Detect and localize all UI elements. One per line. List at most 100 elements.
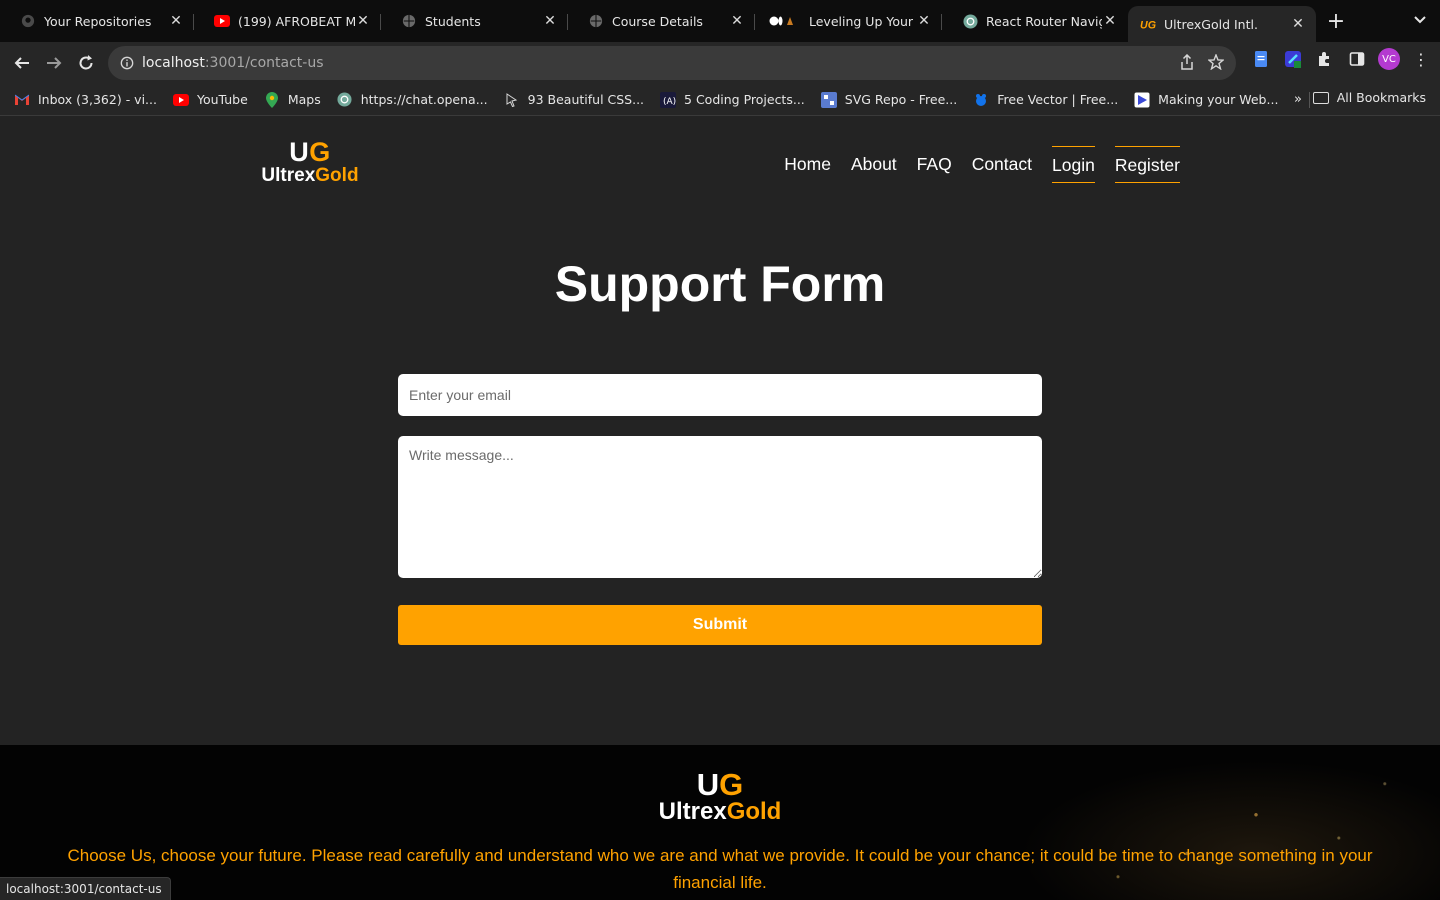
bookmark-item[interactable]: Inbox (3,362) - vi... <box>14 92 157 108</box>
tab-title: Your Repositories <box>44 13 152 29</box>
site-logo[interactable]: UG UltrexGold <box>260 137 360 186</box>
main-nav: Home About FAQ Contact Login Register <box>784 146 1180 183</box>
bookmarks-divider <box>1309 92 1310 108</box>
bookmark-label: https://chat.opena... <box>360 92 488 107</box>
browser-tab-strip: Your Repositories ✕ (199) AFROBEAT MIX ✕… <box>0 0 1440 42</box>
tab-title: UltrexGold Intl. <box>1164 16 1258 32</box>
bookmark-item[interactable]: SVG Repo - Free... <box>820 91 957 108</box>
url-host: localhost <box>142 55 205 71</box>
angular-icon: (A) <box>660 91 677 108</box>
bookmark-star-icon[interactable] <box>1207 53 1225 74</box>
logo-wordmark: UltrexGold <box>261 165 359 186</box>
browser-toolbar: localhost:3001/contact-us VC ⋮ <box>0 42 1440 84</box>
bookmark-item[interactable]: (A) 5 Coding Projects... <box>660 91 805 108</box>
email-field[interactable] <box>398 374 1042 416</box>
close-icon[interactable]: ✕ <box>168 13 184 29</box>
bookmark-item[interactable]: https://chat.opena... <box>337 92 488 108</box>
site-footer: UG UltrexGold Choose Us, choose your fut… <box>0 745 1440 900</box>
nav-faq[interactable]: FAQ <box>917 146 952 183</box>
ug-logo-icon: UG <box>1140 16 1156 32</box>
svg-text:(A): (A) <box>663 97 676 107</box>
youtube-icon <box>172 92 189 108</box>
extension-docs-icon[interactable] <box>1250 48 1272 70</box>
back-arrow-icon <box>14 57 29 69</box>
bookmark-item[interactable]: 93 Beautiful CSS... <box>504 92 644 108</box>
share-icon[interactable] <box>1180 53 1194 74</box>
close-icon[interactable]: ✕ <box>1102 13 1118 29</box>
browser-tab-active[interactable]: UG UltrexGold Intl. ✕ <box>1128 6 1316 42</box>
svgrepo-icon <box>820 91 837 108</box>
nav-about[interactable]: About <box>851 146 897 183</box>
folder-icon <box>1312 91 1329 104</box>
bookmark-label: 5 Coding Projects... <box>684 92 805 107</box>
bookmark-item[interactable]: YouTube <box>172 92 248 108</box>
close-icon[interactable]: ✕ <box>355 13 371 29</box>
close-icon[interactable]: ✕ <box>916 13 932 29</box>
github-icon <box>20 13 36 29</box>
svg-text:UG: UG <box>1140 19 1156 31</box>
address-bar[interactable]: localhost:3001/contact-us <box>108 46 1236 80</box>
bookmark-label: Inbox (3,362) - vi... <box>38 92 157 107</box>
page-title: Support Form <box>554 256 886 312</box>
freepik-icon <box>973 92 989 108</box>
close-icon[interactable]: ✕ <box>1290 16 1306 32</box>
new-tab-button[interactable]: + <box>1316 0 1356 42</box>
page-content: UG UltrexGold Home About FAQ Contact Log… <box>0 117 1440 900</box>
medium-icon <box>767 13 801 29</box>
browser-menu-kebab-icon[interactable]: ⋮ <box>1410 48 1432 70</box>
nav-register-button[interactable]: Register <box>1114 146 1180 183</box>
all-bookmarks-button[interactable]: All Bookmarks <box>1312 90 1426 105</box>
logo-initials: UG <box>289 137 331 167</box>
bookmark-label: Making your Web... <box>1158 92 1279 107</box>
forward-button[interactable] <box>38 47 70 79</box>
browser-tab[interactable]: Students ✕ <box>381 0 568 42</box>
chatgpt-icon <box>337 92 353 108</box>
link-status-bubble: localhost:3001/contact-us <box>0 877 171 900</box>
footer-logo-initials: UG <box>696 767 744 802</box>
footer-tagline: Choose Us, choose your future. Please re… <box>67 846 1373 892</box>
bookmark-item[interactable]: Maps <box>264 91 321 108</box>
extensions-puzzle-icon[interactable] <box>1314 48 1336 70</box>
message-field[interactable] <box>398 436 1042 578</box>
extension-colorpicker-icon[interactable] <box>1282 48 1304 70</box>
bookmarks-overflow-button[interactable]: » <box>1294 92 1302 107</box>
bookmarks-bar: Inbox (3,362) - vi... YouTube Maps https… <box>0 84 1440 116</box>
reload-icon <box>79 55 93 70</box>
chatgpt-icon <box>962 13 978 29</box>
tab-title: (199) AFROBEAT MIX <box>238 13 355 29</box>
reload-button[interactable] <box>70 47 102 79</box>
profile-avatar[interactable]: VC <box>1378 48 1400 70</box>
footer-logo[interactable]: UG UltrexGold <box>620 769 820 824</box>
cursor-icon <box>504 92 520 108</box>
bookmark-item[interactable]: Free Vector | Free... <box>973 92 1118 108</box>
tab-title: Leveling Up Your F <box>809 13 916 29</box>
close-icon[interactable]: ✕ <box>542 13 558 29</box>
tab-search-chevron-icon[interactable] <box>1414 12 1426 28</box>
site-header: UG UltrexGold Home About FAQ Contact Log… <box>0 117 1440 212</box>
browser-tab[interactable]: Leveling Up Your F ✕ <box>755 0 942 42</box>
browser-tab[interactable]: Your Repositories ✕ <box>0 0 194 42</box>
gmail-icon <box>14 92 30 108</box>
nav-login-button[interactable]: Login <box>1052 146 1095 183</box>
footer-logo-wordmark: UltrexGold <box>658 798 782 825</box>
globe-icon <box>401 13 417 29</box>
bookmark-label: Maps <box>287 92 321 107</box>
nav-contact[interactable]: Contact <box>972 146 1032 183</box>
url-path: :3001/contact-us <box>204 55 324 71</box>
close-icon[interactable]: ✕ <box>729 13 745 29</box>
bookmark-item[interactable]: Making your Web... <box>1134 92 1278 108</box>
site-info-icon[interactable] <box>120 56 134 70</box>
globe-icon <box>588 13 604 29</box>
forward-arrow-icon <box>47 57 62 69</box>
side-panel-icon[interactable] <box>1346 48 1368 70</box>
back-button[interactable] <box>6 47 38 79</box>
nav-home[interactable]: Home <box>784 146 831 183</box>
bookmark-label: 93 Beautiful CSS... <box>527 92 645 107</box>
submit-button[interactable]: Submit <box>398 605 1042 645</box>
bookmark-label: Free Vector | Free... <box>997 92 1119 107</box>
play-icon <box>1134 92 1150 108</box>
browser-tab[interactable]: (199) AFROBEAT MIX ✕ <box>194 0 381 42</box>
browser-tab[interactable]: Course Details ✕ <box>568 0 755 42</box>
bookmark-label: YouTube <box>196 92 248 107</box>
browser-tab[interactable]: React Router Navigati ✕ <box>942 0 1128 42</box>
